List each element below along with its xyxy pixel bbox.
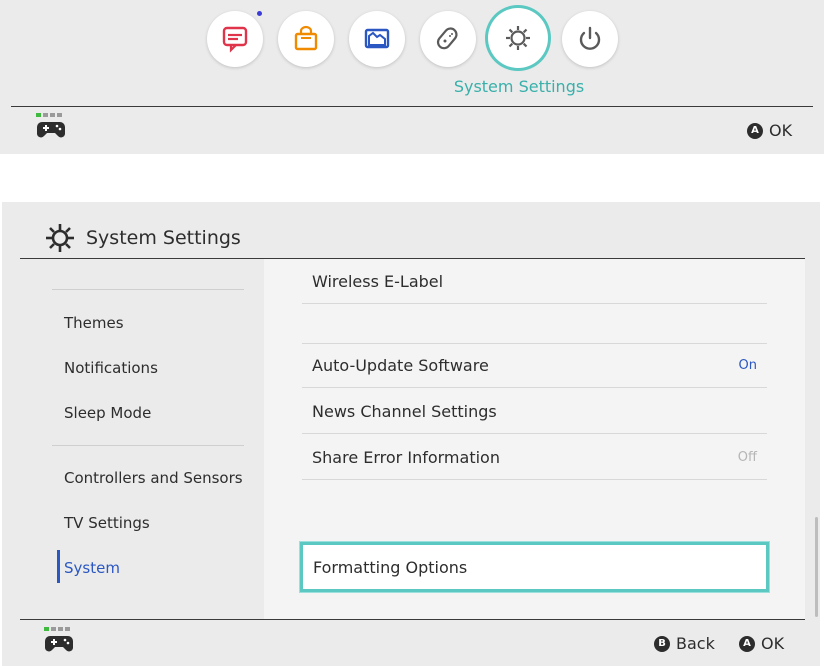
a-button-icon: A — [747, 122, 763, 139]
list-divider — [302, 343, 767, 344]
system-settings-button[interactable] — [488, 8, 548, 68]
list-item-auto-update-software[interactable]: Auto-Update Software On — [302, 343, 767, 388]
sidebar-divider — [52, 445, 244, 446]
selected-icon-caption: System Settings — [453, 77, 585, 96]
sidebar-item-sleep-mode[interactable]: Sleep Mode — [64, 404, 151, 422]
controller-status — [36, 113, 66, 144]
sidebar-item-amiibo[interactable]: amiibo — [64, 259, 115, 263]
sidebar-item-system[interactable]: System — [64, 559, 120, 577]
setting-value-off: Off — [737, 449, 757, 465]
ok-label: OK — [761, 634, 785, 653]
player-indicator — [44, 627, 74, 631]
controller-icon — [45, 636, 73, 652]
controller-icon — [37, 122, 65, 138]
album-icon — [364, 28, 390, 49]
ok-hint[interactable]: A OK — [739, 634, 784, 653]
ok-label: OK — [769, 121, 793, 140]
list-item-label: News Channel Settings — [312, 401, 497, 421]
list-item-news-channel-settings[interactable]: News Channel Settings — [302, 389, 767, 434]
list-item-label: Share Error Information — [312, 447, 500, 467]
scrollbar[interactable] — [815, 517, 818, 617]
news-icon — [222, 26, 248, 53]
ok-hint[interactable]: A OK — [747, 121, 792, 140]
controllers-button[interactable] — [420, 11, 476, 67]
home-menu-panel: System Settings A OK — [0, 0, 824, 154]
list-item-label: Formatting Options — [313, 557, 468, 577]
sidebar-divider — [52, 289, 244, 290]
back-hint[interactable]: B Back — [654, 634, 715, 653]
notification-dot — [257, 11, 262, 16]
list-item-share-error-information[interactable]: Share Error Information Off — [302, 435, 767, 480]
active-indicator — [57, 550, 60, 583]
list-item-label: Wireless E-Label — [312, 271, 444, 291]
footer-divider — [20, 619, 805, 620]
power-icon — [579, 26, 601, 50]
divider — [11, 106, 813, 107]
news-button[interactable] — [207, 11, 263, 67]
sidebar-item-notifications[interactable]: Notifications — [64, 359, 158, 377]
setting-value-on: On — [738, 357, 757, 373]
settings-content: Wireless E-Label Auto-Update Software On… — [264, 259, 805, 619]
player-indicator — [36, 113, 66, 117]
list-item-wireless-e-label[interactable]: Wireless E-Label — [302, 259, 767, 304]
b-button-icon: B — [654, 635, 670, 652]
sidebar-item-themes[interactable]: Themes — [64, 314, 124, 332]
a-button-icon: A — [739, 635, 755, 652]
back-label: Back — [676, 634, 715, 653]
album-button[interactable] — [349, 11, 405, 67]
controller-status — [44, 627, 74, 658]
sidebar-item-controllers-and-sensors[interactable]: Controllers and Sensors — [64, 469, 243, 487]
list-item-label: Auto-Update Software — [312, 355, 489, 375]
eshop-button[interactable] — [278, 11, 334, 67]
page-title-text: System Settings — [86, 227, 241, 249]
joycon-icon — [436, 27, 458, 50]
gear-icon — [506, 26, 530, 50]
system-settings-screen: System Settings amiibo Themes Notificati… — [2, 202, 820, 666]
settings-sidebar: amiibo Themes Notifications Sleep Mode C… — [20, 259, 264, 619]
shopping-bag-icon — [294, 25, 318, 51]
gear-icon — [46, 224, 74, 252]
page-title: System Settings — [44, 222, 241, 254]
sleep-mode-button[interactable] — [562, 11, 618, 67]
list-item-formatting-options[interactable]: Formatting Options — [300, 542, 769, 592]
sidebar-item-tv-settings[interactable]: TV Settings — [64, 514, 150, 532]
